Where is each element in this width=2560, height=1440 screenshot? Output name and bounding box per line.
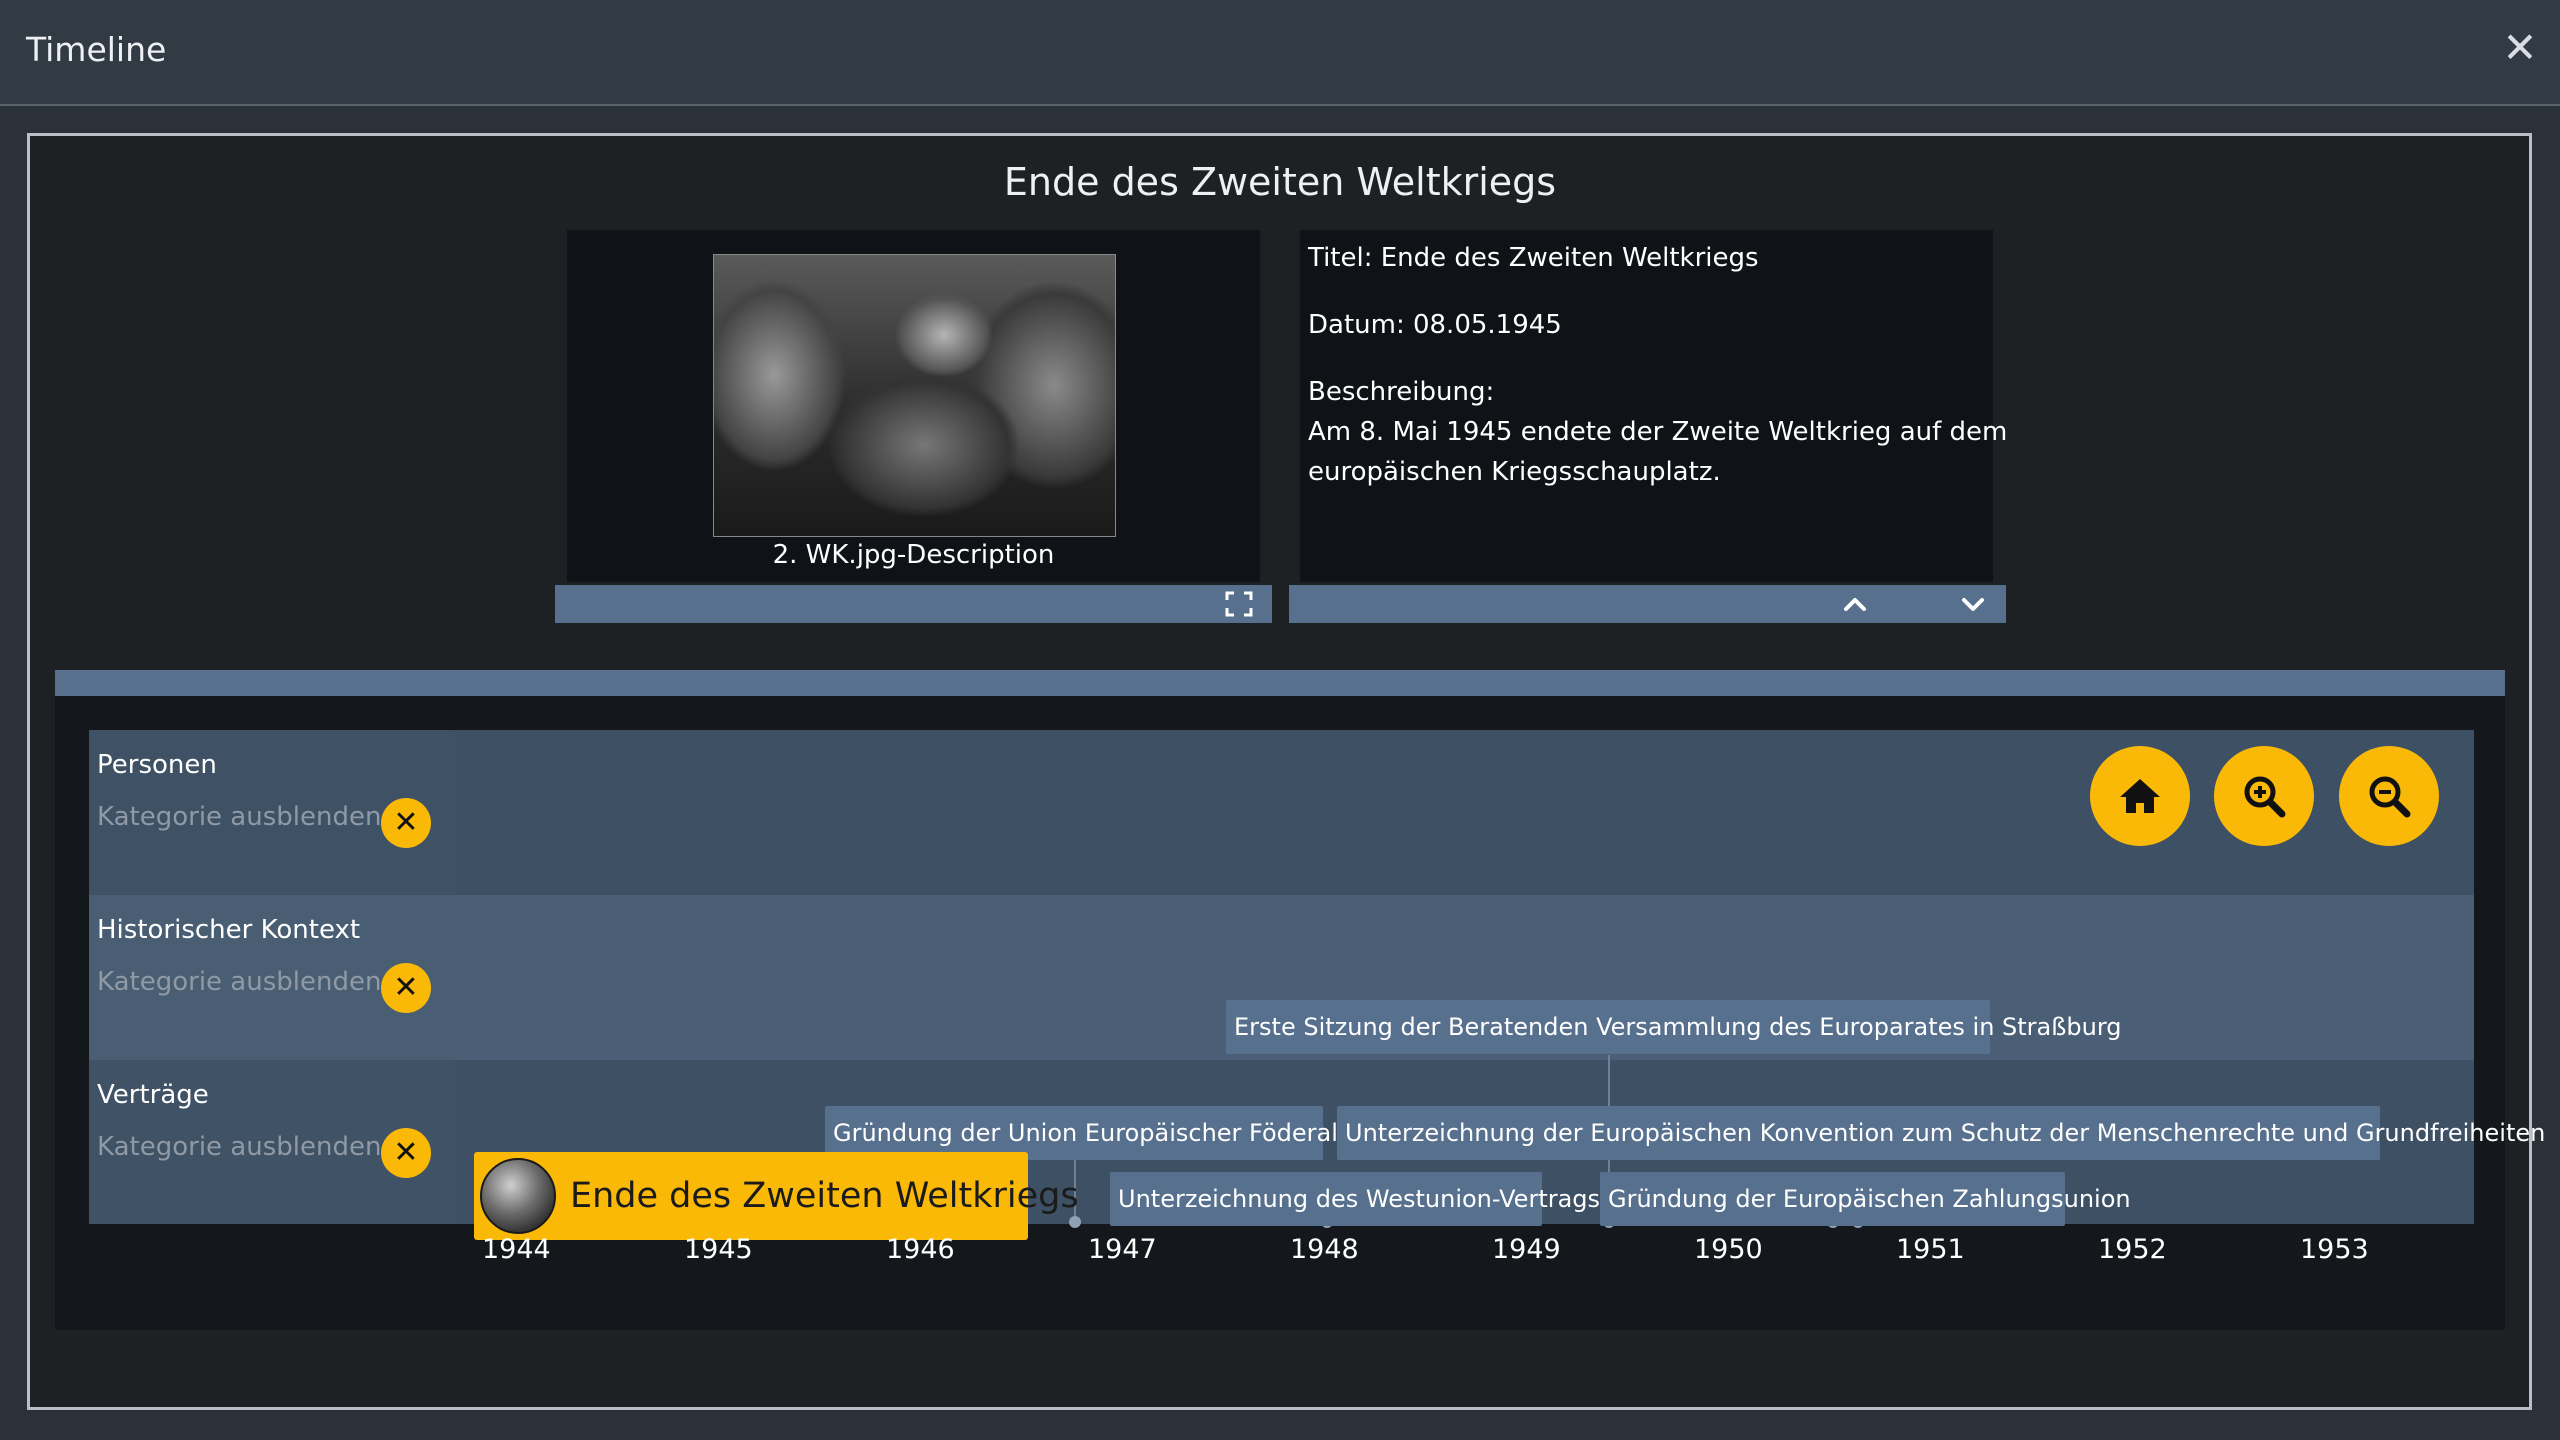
selected-event-label: Ende des Zweiten Weltkriegs	[570, 1176, 1079, 1216]
year-label: 1949	[1492, 1234, 1561, 1265]
year-label: 1944	[482, 1234, 551, 1265]
timeline-event[interactable]: Gründung der Europäischen Zahlungsunion	[1600, 1172, 2131, 1226]
event-image	[713, 254, 1116, 537]
info-date: Datum: 08.05.1945	[1308, 310, 1562, 340]
hide-category-button[interactable]: ✕	[381, 963, 431, 1013]
info-title: Titel: Ende des Zweiten Weltkriegs	[1308, 243, 1759, 273]
home-icon	[2120, 779, 2160, 813]
info-description-line1: Am 8. Mai 1945 endete der Zweite Weltkri…	[1308, 417, 2008, 447]
media-toolbar	[555, 585, 1272, 623]
category-label-panel: Personen Kategorie ausblenden: ✕	[89, 730, 455, 895]
category-name: Personen	[97, 750, 217, 780]
category-hide-label: Kategorie ausblenden:	[97, 967, 391, 997]
chevron-up-icon[interactable]	[1840, 590, 1870, 618]
selected-timeline-event[interactable]: Ende des Zweiten Weltkriegs	[474, 1152, 1079, 1240]
timeline-toolbar	[55, 670, 2505, 696]
year-label: 1950	[1694, 1234, 1763, 1265]
year-label: 1953	[2300, 1234, 2369, 1265]
category-name: Historischer Kontext	[97, 915, 361, 945]
year-label: 1945	[684, 1234, 753, 1265]
category-hide-label: Kategorie ausblenden:	[97, 802, 391, 832]
timeline-event[interactable]: Erste Sitzung der Beratenden Versammlung…	[1226, 1000, 2122, 1054]
info-toolbar	[1289, 585, 2006, 623]
timeline-event[interactable]: Unterzeichnung der Europäischen Konventi…	[1337, 1106, 2545, 1160]
category-label-panel: Verträge Kategorie ausblenden: ✕	[89, 1060, 455, 1224]
event-heading: Ende des Zweiten Weltkriegs	[1003, 160, 1557, 204]
zoom-out-icon	[2369, 776, 2411, 818]
image-caption: 2. WK.jpg-Description	[772, 540, 1055, 570]
category-label-panel: Historischer Kontext Kategorie ausblende…	[89, 895, 455, 1060]
zoom-in-icon	[2244, 776, 2286, 818]
info-description-label: Beschreibung:	[1308, 377, 1495, 407]
fullscreen-icon[interactable]	[1224, 590, 1254, 618]
year-label: 1952	[2098, 1234, 2167, 1265]
timeline-event[interactable]: Unterzeichnung des Westunion-Vertrags	[1110, 1172, 1600, 1226]
hide-category-button[interactable]: ✕	[381, 798, 431, 848]
category-hide-label: Kategorie ausblenden:	[97, 1132, 391, 1162]
year-label: 1951	[1896, 1234, 1965, 1265]
info-description-line2: europäischen Kriegsschauplatz.	[1308, 457, 1721, 487]
close-icon[interactable]: ✕	[2500, 24, 2540, 72]
window-titlebar: Timeline ✕	[0, 0, 2560, 106]
year-label: 1947	[1088, 1234, 1157, 1265]
zoom-in-button[interactable]	[2214, 746, 2314, 846]
hide-category-button[interactable]: ✕	[381, 1128, 431, 1178]
home-button[interactable]	[2090, 746, 2190, 846]
year-label: 1946	[886, 1234, 955, 1265]
zoom-out-button[interactable]	[2339, 746, 2439, 846]
window-title: Timeline	[26, 30, 167, 69]
category-name: Verträge	[97, 1080, 209, 1110]
year-label: 1948	[1290, 1234, 1359, 1265]
chevron-down-icon[interactable]	[1958, 590, 1988, 618]
event-thumbnail	[480, 1158, 556, 1234]
